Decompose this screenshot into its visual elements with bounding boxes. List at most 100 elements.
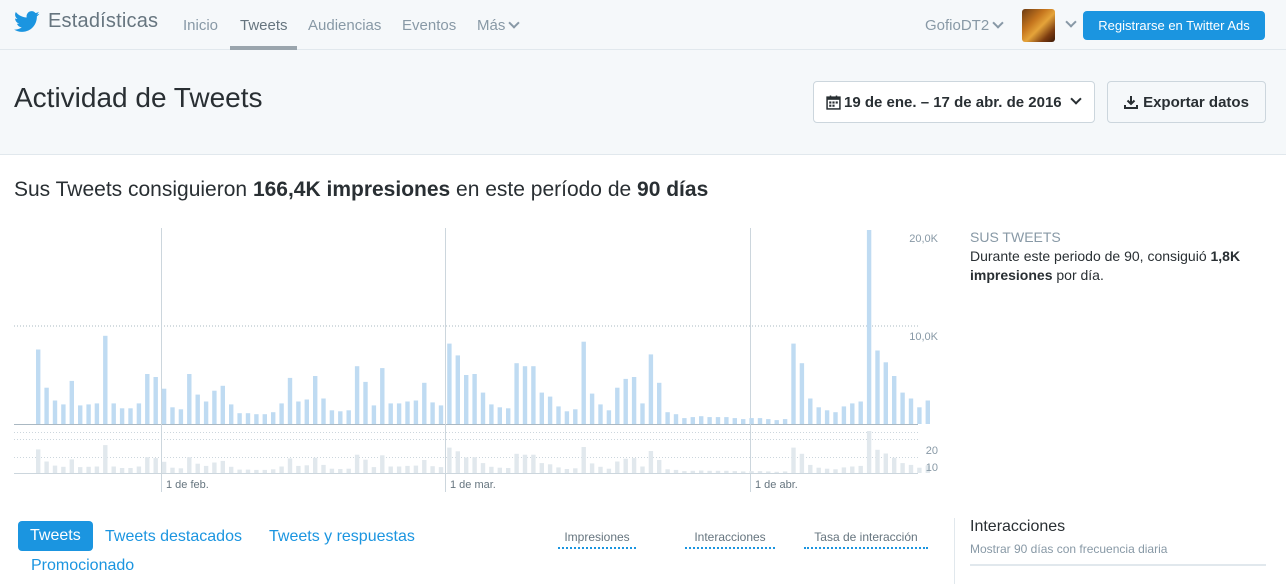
- panel-text-suffix: por día.: [1056, 267, 1104, 283]
- engagement-bar: [547, 464, 553, 473]
- engagement-bar: [346, 468, 351, 473]
- impressions-bar: [707, 417, 712, 424]
- download-icon: [1124, 96, 1139, 109]
- impressions-bar: [447, 343, 452, 424]
- engagement-bar: [648, 451, 654, 473]
- engagement-bar: [61, 466, 66, 473]
- impressions-bar: [556, 406, 561, 424]
- avatar[interactable]: [1022, 9, 1055, 42]
- summary-impressions: 166,4K impresiones: [252, 178, 451, 201]
- brand[interactable]: Estadísticas: [14, 10, 158, 33]
- engagement-bar: [237, 469, 242, 473]
- engagement-bar: [556, 467, 561, 473]
- impressions-bar: [464, 375, 469, 424]
- impressions-bar: [841, 406, 847, 424]
- engagement-bar: [875, 449, 880, 474]
- engagement-bar: [489, 466, 494, 473]
- nav-audiencias[interactable]: Audiencias: [308, 17, 381, 34]
- impressions-bar: [161, 388, 167, 424]
- engagement-bar: [279, 466, 284, 473]
- engagement-bar: [195, 463, 200, 473]
- impressions-bar: [606, 410, 612, 424]
- impressions-bar: [757, 418, 763, 424]
- impressions-bar: [514, 363, 519, 424]
- panel-text-prefix: Durante este periodo de 90, consiguió: [970, 248, 1207, 264]
- export-label: Exportar datos: [1143, 93, 1249, 111]
- tab-top-tweets[interactable]: Tweets destacados: [105, 528, 242, 546]
- engagement-bar: [581, 447, 586, 473]
- nav-mas-label: Más: [477, 17, 506, 34]
- chevron-down-icon: [508, 17, 521, 29]
- impressions-bar: [631, 377, 637, 424]
- engagement-bar: [413, 465, 419, 473]
- impressions-bar: [36, 349, 41, 424]
- engagement-bar: [464, 457, 469, 473]
- engagement-bar: [422, 460, 427, 473]
- engagement-bar: [472, 457, 477, 473]
- impressions-bar: [766, 419, 771, 424]
- account-switcher[interactable]: GofioDT2: [925, 17, 1004, 34]
- x-tick-label: 1 de mar.: [450, 479, 496, 491]
- tab-tweets[interactable]: Tweets: [18, 521, 93, 551]
- engagement-bar: [212, 462, 217, 473]
- impressions-bar: [245, 413, 251, 424]
- y2-tick-label: 20: [926, 445, 938, 457]
- impressions-bar: [354, 366, 360, 424]
- engagement-bar: [690, 470, 695, 473]
- impressions-bar: [271, 412, 276, 424]
- engagement-bar: [757, 471, 763, 473]
- engagement-bar: [539, 463, 544, 473]
- metric-impressions[interactable]: Impresiones: [558, 530, 636, 549]
- engagement-bar: [388, 466, 393, 473]
- impressions-bar: [791, 343, 796, 424]
- engagement-bar: [363, 459, 368, 473]
- engagement-bar: [657, 460, 662, 473]
- tab-tweets-replies[interactable]: Tweets y respuestas: [269, 528, 415, 546]
- impressions-bar: [153, 377, 158, 424]
- page-title: Actividad de Tweets: [14, 82, 263, 113]
- impressions-bar: [262, 414, 267, 424]
- impressions-bar: [741, 419, 746, 424]
- y-tick-label: 20,0K: [909, 233, 938, 245]
- impressions-bar: [581, 341, 586, 424]
- date-range-button[interactable]: 19 de ene. – 17 de abr. de 2016: [813, 81, 1095, 123]
- engagement-bar: [153, 458, 158, 473]
- engagement-bar: [631, 458, 637, 473]
- engagement-bar: [833, 469, 838, 473]
- engagement-bar: [766, 471, 771, 473]
- engagement-bar: [396, 466, 402, 473]
- engagement-bar: [564, 469, 570, 473]
- export-button[interactable]: Exportar datos: [1107, 81, 1266, 123]
- engagement-bar: [178, 468, 184, 473]
- engagement-bar: [145, 457, 150, 473]
- impressions-bar: [472, 374, 477, 424]
- chevron-down-icon[interactable]: [1065, 16, 1077, 28]
- twitter-ads-button[interactable]: Registrarse en Twitter Ads: [1083, 11, 1265, 40]
- impressions-bar: [237, 413, 242, 424]
- impressions-bar: [564, 411, 570, 424]
- x-tick-label: 1 de feb.: [166, 479, 209, 491]
- metric-engagements[interactable]: Interacciones: [685, 530, 775, 549]
- engagement-bar: [405, 465, 410, 473]
- nav-tweets[interactable]: Tweets: [240, 17, 288, 34]
- tab-promoted[interactable]: Promocionado: [31, 557, 134, 575]
- impressions-bar: [908, 398, 914, 424]
- impressions-bar: [682, 418, 687, 424]
- impressions-bar: [422, 382, 427, 424]
- engagement-bar: [313, 457, 318, 473]
- impressions-bar: [296, 401, 301, 424]
- impressions-bar: [313, 376, 318, 424]
- impressions-bar: [321, 398, 326, 424]
- engagement-bar: [497, 467, 502, 473]
- engagement-bar: [52, 465, 58, 473]
- summary-days: 90 días: [637, 178, 709, 201]
- impressions-bar: [405, 401, 410, 424]
- nav-mas[interactable]: Más: [477, 17, 521, 34]
- metric-engagement-rate[interactable]: Tasa de interacción: [804, 530, 928, 549]
- impressions-bar: [371, 405, 377, 424]
- engagement-bar: [338, 469, 343, 473]
- page-header: Actividad de Tweets 19 de ene. – 17 de a…: [0, 50, 1286, 155]
- nav-eventos[interactable]: Eventos: [402, 17, 456, 34]
- engagement-bar: [371, 467, 377, 473]
- nav-inicio[interactable]: Inicio: [183, 17, 218, 34]
